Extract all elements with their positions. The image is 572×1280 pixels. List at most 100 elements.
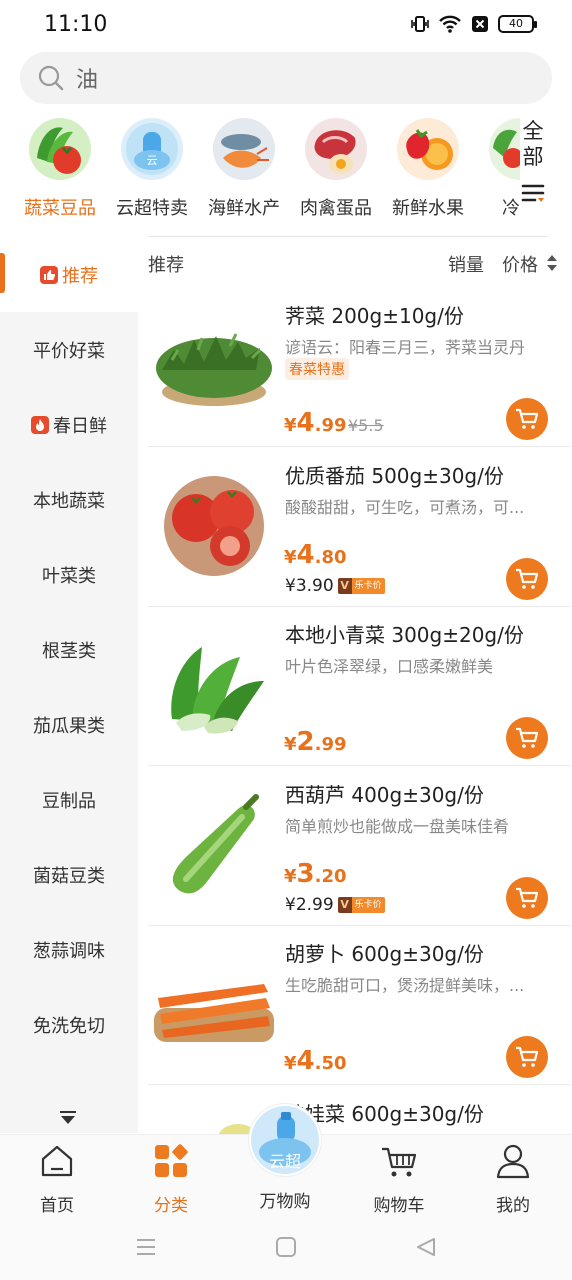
search-input[interactable] xyxy=(76,65,516,91)
sidebar-item-mushroom[interactable]: 菌菇豆类 xyxy=(0,837,138,912)
cart-icon xyxy=(516,568,539,589)
product-price: ¥4.80 xyxy=(284,540,347,570)
product-title: 优质番茄 500g±30g/份 xyxy=(285,464,504,488)
system-nav-bar xyxy=(0,1214,572,1280)
wifi-icon xyxy=(439,15,461,33)
sidebar-item-label: 免洗免切 xyxy=(33,1015,105,1037)
product-desc: 生吃脆甜可口，煲汤提鲜美味，... xyxy=(285,976,525,995)
product-card[interactable]: 荠菜 200g±10g/份 谚语云：阳春三月三，荠菜当灵丹 春菜特惠 ¥4.99… xyxy=(148,288,570,447)
tab-label: 购物车 xyxy=(373,1196,425,1216)
member-price-value: ¥2.99 xyxy=(285,895,334,915)
sort-by-sales[interactable]: 销量 xyxy=(448,251,484,277)
thumbs-up-icon xyxy=(40,265,58,284)
member-price: ¥2.99 V 乐卡价 xyxy=(285,895,385,915)
meat-egg-icon xyxy=(305,118,367,180)
sidebar-item-leafy[interactable]: 叶菜类 xyxy=(0,537,138,612)
back-nav-icon[interactable] xyxy=(414,1236,438,1258)
shopping-cart-icon xyxy=(382,1147,417,1177)
category-label: 肉禽蛋品 xyxy=(300,198,372,219)
list-title: 推荐 xyxy=(148,255,184,276)
sidebar-item-label: 豆制品 xyxy=(42,790,96,812)
product-price: ¥4.99 xyxy=(284,408,347,438)
sidebar-item-label: 平价好菜 xyxy=(33,340,105,362)
home-nav-icon[interactable] xyxy=(274,1236,298,1258)
sidebar-item-root[interactable]: 根茎类 xyxy=(0,612,138,687)
menu-nav-icon[interactable] xyxy=(134,1236,158,1258)
product-card[interactable]: 西葫芦 400g±30g/份 简单煎炒也能做成一盘美味佳肴 ¥3.20 ¥2.9… xyxy=(148,767,570,926)
fruit-icon xyxy=(397,118,459,180)
no-sim-icon xyxy=(472,16,488,32)
yunchao-icon: 云 xyxy=(121,118,183,180)
product-image xyxy=(152,619,276,743)
tab-profile[interactable]: 我的 xyxy=(456,1135,570,1216)
member-price-value: ¥3.90 xyxy=(285,576,334,596)
vip-badge: V 乐卡价 xyxy=(337,578,385,594)
category-yunchao-sale[interactable]: 云 云超特卖 xyxy=(102,114,202,220)
sidebar-item-local-veg[interactable]: 本地蔬菜 xyxy=(0,462,138,537)
add-to-cart-button[interactable] xyxy=(506,398,548,440)
all-categories-button[interactable]: 全 部 xyxy=(518,118,548,210)
category-seafood[interactable]: 海鲜水产 xyxy=(194,114,294,220)
add-to-cart-button[interactable] xyxy=(506,558,548,600)
sidebar-item-seasoning[interactable]: 葱蒜调味 xyxy=(0,912,138,987)
status-time: 11:10 xyxy=(44,12,108,37)
sidebar-item-recommend[interactable]: 推荐 xyxy=(0,237,138,312)
sidebar-item-gourd[interactable]: 茄瓜果类 xyxy=(0,687,138,762)
tab-label: 万物购 xyxy=(259,1192,311,1212)
sidebar-item-label: 葱蒜调味 xyxy=(33,940,105,962)
product-image xyxy=(152,779,276,903)
status-bar: 11:10 40 xyxy=(0,0,572,50)
category-frozen[interactable]: 冷冻 xyxy=(470,114,520,220)
center-badge-label: 云超 xyxy=(268,1152,301,1171)
original-price: ¥5.5 xyxy=(348,416,384,435)
promo-tag: 春菜特惠 xyxy=(285,358,349,380)
search-icon xyxy=(38,65,64,91)
vegetable-icon xyxy=(29,118,91,180)
tab-label: 首页 xyxy=(40,1196,74,1216)
tab-home[interactable]: 首页 xyxy=(0,1135,114,1216)
category-row: 蔬菜豆品 云 云超特卖 海鲜水产 肉禽蛋品 新鲜水果 冷冻 xyxy=(20,114,520,232)
product-card[interactable]: 优质番茄 500g±30g/份 酸酸甜甜，可生吃，可煮汤，可... ¥4.80 … xyxy=(148,448,570,607)
category-fruit[interactable]: 新鲜水果 xyxy=(378,114,478,220)
product-title: 西葫芦 400g±30g/份 xyxy=(285,783,484,807)
category-grid-icon xyxy=(155,1144,188,1177)
vibrate-icon xyxy=(411,16,429,32)
product-card[interactable]: 本地小青菜 300g±20g/份 叶片色泽翠绿，口感柔嫩鲜美 ¥2.99 xyxy=(148,607,570,766)
status-icons: 40 xyxy=(410,14,537,34)
category-label: 冷冻 xyxy=(502,198,520,219)
member-price: ¥3.90 V 乐卡价 xyxy=(285,576,385,596)
sidebar-item-label: 叶菜类 xyxy=(42,565,96,587)
sidebar-item-prewashed[interactable]: 免洗免切 xyxy=(0,987,138,1062)
product-card[interactable]: 胡萝卜 600g±30g/份 生吃脆甜可口，煲汤提鲜美味，... ¥4.50 xyxy=(148,926,570,1085)
user-icon xyxy=(496,1144,530,1179)
sidebar-expand-icon[interactable] xyxy=(58,1110,78,1130)
add-to-cart-button[interactable] xyxy=(506,717,548,759)
yunchao-center-button[interactable]: 云超 xyxy=(249,1104,321,1176)
search-bar[interactable] xyxy=(20,52,552,104)
sidebar: 推荐 平价好菜 春日鲜 本地蔬菜 叶菜类 根茎类 茄瓜果类 豆制品 菌菇豆类 葱… xyxy=(0,237,138,1133)
category-label: 蔬菜豆品 xyxy=(24,198,96,219)
sidebar-item-label: 本地蔬菜 xyxy=(33,490,105,512)
product-card[interactable]: 娃娃菜 600g±30g/份 xyxy=(148,1086,570,1134)
sort-by-price[interactable]: 价格 xyxy=(502,251,538,277)
tab-category[interactable]: 分类 xyxy=(114,1135,228,1216)
sort-arrows-icon[interactable] xyxy=(546,253,558,273)
cart-icon xyxy=(516,1046,539,1067)
tab-cart[interactable]: 购物车 xyxy=(342,1135,456,1216)
seafood-icon xyxy=(213,118,275,180)
sidebar-item-label: 根茎类 xyxy=(42,640,96,662)
add-to-cart-button[interactable] xyxy=(506,877,548,919)
sidebar-item-tofu[interactable]: 豆制品 xyxy=(0,762,138,837)
product-price: ¥2.99 xyxy=(284,727,347,757)
vip-badge: V 乐卡价 xyxy=(337,897,385,913)
category-vegetables[interactable]: 蔬菜豆品 xyxy=(20,114,110,220)
category-meat-eggs[interactable]: 肉禽蛋品 xyxy=(286,114,386,220)
sidebar-item-affordable[interactable]: 平价好菜 xyxy=(0,312,138,387)
sidebar-item-spring-fresh[interactable]: 春日鲜 xyxy=(0,387,138,462)
product-desc: 酸酸甜甜，可生吃，可煮汤，可... xyxy=(285,498,525,517)
sidebar-item-label: 茄瓜果类 xyxy=(33,715,105,737)
product-title: 胡萝卜 600g±30g/份 xyxy=(285,942,484,966)
home-icon xyxy=(41,1145,73,1177)
add-to-cart-button[interactable] xyxy=(506,1036,548,1078)
sidebar-item-label: 推荐 xyxy=(62,265,98,287)
